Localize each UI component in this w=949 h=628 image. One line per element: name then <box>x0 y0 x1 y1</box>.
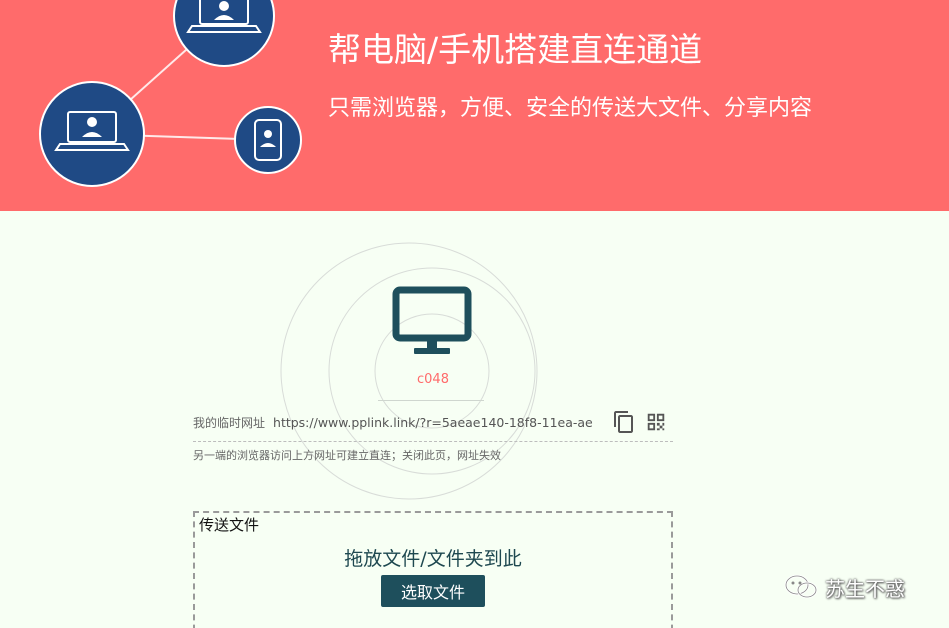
banner-subline: 只需浏览器，方便、安全的传送大文件、分享内容 <box>328 96 813 121</box>
device-name[interactable]: c048 <box>383 371 483 389</box>
wechat-icon <box>784 574 818 599</box>
temp-url-label: 我的临时网址 <box>193 415 266 430</box>
file-dropzone[interactable]: 传送文件 拖放文件/文件夹到此 选取文件 <box>193 511 673 628</box>
watermark: 苏生不惑 <box>783 572 905 602</box>
temp-url-value[interactable]: https://www.pplink.link/?r=5aeae140-18f8… <box>273 415 593 430</box>
url-divider <box>193 441 673 442</box>
monitor-icon <box>392 286 472 354</box>
copy-icon[interactable] <box>612 410 636 434</box>
laptop-user-icon <box>39 81 145 187</box>
laptop-user-icon <box>173 0 275 67</box>
drop-hint-text: 拖放文件/文件夹到此 <box>344 548 522 570</box>
banner-headline: 帮电脑/手机搭建直连通道 <box>328 30 703 69</box>
device-name-underline <box>378 400 484 401</box>
hero-banner: 帮电脑/手机搭建直连通道 只需浏览器，方便、安全的传送大文件、分享内容 <box>0 0 949 211</box>
watermark-text: 苏生不惑 <box>825 576 905 601</box>
temp-url-hint: 另一端的浏览器访问上方网址可建立直连；关闭此页，网址失效 <box>193 449 501 462</box>
phone-user-icon <box>234 106 302 174</box>
transfer-title: 传送文件 <box>199 516 260 534</box>
qr-code-icon[interactable] <box>645 411 667 433</box>
network-illustration <box>39 0 302 187</box>
temp-url-row: 我的临时网址 https://www.pplink.link/?r=5aeae1… <box>193 410 673 434</box>
main-panel: c048 我的临时网址 https://www.pplink.link/?r=5… <box>0 211 949 628</box>
choose-file-button[interactable]: 选取文件 <box>381 575 485 607</box>
